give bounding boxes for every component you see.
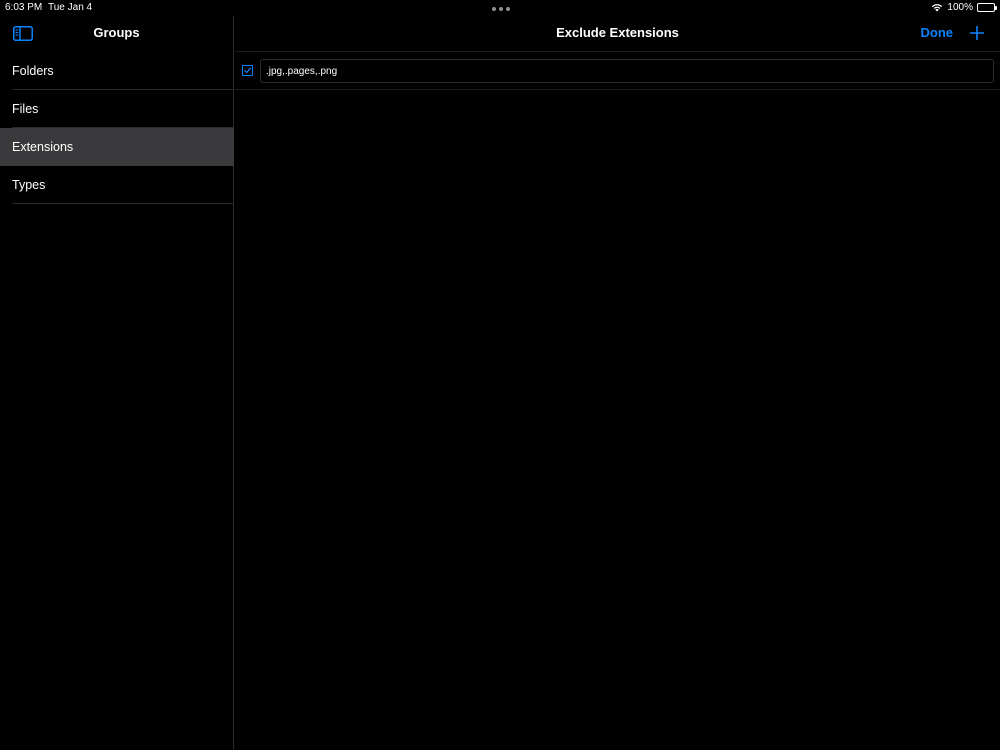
extension-row (235, 52, 1000, 90)
battery-icon (977, 3, 997, 12)
sidebar-title: Groups (93, 25, 140, 40)
sidebar-header: Groups (0, 16, 233, 52)
sidebar-item-folders[interactable]: Folders (0, 52, 234, 90)
sidebar: Groups Folders Files Extensions Types (0, 16, 234, 750)
sidebar-item-types[interactable]: Types (0, 166, 234, 204)
status-time: 6:03 PM (5, 2, 43, 13)
sidebar-item-files[interactable]: Files (0, 90, 234, 128)
wifi-icon (931, 3, 943, 12)
main-header: Exclude Extensions Done (235, 16, 1000, 52)
extensions-input[interactable] (260, 59, 994, 83)
multitasking-dots-icon[interactable] (492, 7, 510, 11)
extension-enabled-checkbox[interactable] (242, 65, 253, 76)
status-indicators: 100% (931, 2, 997, 13)
status-bar: 6:03 PM Tue Jan 4 100% (0, 0, 1000, 16)
page-title: Exclude Extensions (556, 25, 679, 40)
plus-icon[interactable] (969, 25, 985, 41)
battery-percent: 100% (947, 2, 973, 13)
done-button[interactable]: Done (921, 25, 954, 40)
main-panel: Exclude Extensions Done (235, 16, 1000, 750)
status-date: Tue Jan 4 (48, 2, 93, 13)
sidebar-item-extensions[interactable]: Extensions (0, 128, 234, 166)
sidebar-list: Folders Files Extensions Types (0, 52, 234, 204)
